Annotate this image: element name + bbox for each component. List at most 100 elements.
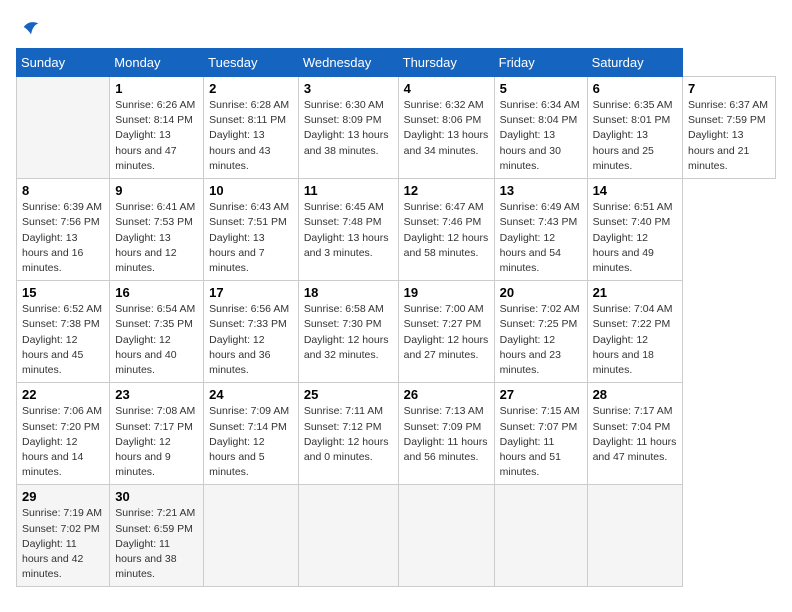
- calendar-cell: 20 Sunrise: 7:02 AM Sunset: 7:25 PM Dayl…: [494, 281, 587, 383]
- calendar-cell: 1 Sunrise: 6:26 AM Sunset: 8:14 PM Dayli…: [110, 77, 204, 179]
- day-info: Sunrise: 7:02 AM Sunset: 7:25 PM Dayligh…: [500, 302, 582, 378]
- day-number: 25: [304, 387, 393, 402]
- week-row-5: 29 Sunrise: 7:19 AM Sunset: 7:02 PM Dayl…: [17, 485, 776, 587]
- day-number: 27: [500, 387, 582, 402]
- calendar-cell: 14 Sunrise: 6:51 AM Sunset: 7:40 PM Dayl…: [587, 179, 682, 281]
- day-number: 23: [115, 387, 198, 402]
- day-info: Sunrise: 7:08 AM Sunset: 7:17 PM Dayligh…: [115, 404, 198, 480]
- calendar-cell: 22 Sunrise: 7:06 AM Sunset: 7:20 PM Dayl…: [17, 383, 110, 485]
- day-info: Sunrise: 7:17 AM Sunset: 7:04 PM Dayligh…: [593, 404, 677, 465]
- calendar-cell: 10 Sunrise: 6:43 AM Sunset: 7:51 PM Dayl…: [204, 179, 299, 281]
- logo: [16, 16, 42, 38]
- calendar-cell: 26 Sunrise: 7:13 AM Sunset: 7:09 PM Dayl…: [398, 383, 494, 485]
- day-info: Sunrise: 6:47 AM Sunset: 7:46 PM Dayligh…: [404, 200, 489, 261]
- day-number: 26: [404, 387, 489, 402]
- calendar-cell: 16 Sunrise: 6:54 AM Sunset: 7:35 PM Dayl…: [110, 281, 204, 383]
- col-header-thursday: Thursday: [398, 49, 494, 77]
- day-number: 19: [404, 285, 489, 300]
- day-info: Sunrise: 6:51 AM Sunset: 7:40 PM Dayligh…: [593, 200, 677, 276]
- day-number: 20: [500, 285, 582, 300]
- week-row-1: 1 Sunrise: 6:26 AM Sunset: 8:14 PM Dayli…: [17, 77, 776, 179]
- day-number: 28: [593, 387, 677, 402]
- week-row-3: 15 Sunrise: 6:52 AM Sunset: 7:38 PM Dayl…: [17, 281, 776, 383]
- calendar-cell: 12 Sunrise: 6:47 AM Sunset: 7:46 PM Dayl…: [398, 179, 494, 281]
- day-info: Sunrise: 7:15 AM Sunset: 7:07 PM Dayligh…: [500, 404, 582, 480]
- calendar-cell: 15 Sunrise: 6:52 AM Sunset: 7:38 PM Dayl…: [17, 281, 110, 383]
- week-row-4: 22 Sunrise: 7:06 AM Sunset: 7:20 PM Dayl…: [17, 383, 776, 485]
- header: [16, 16, 776, 38]
- calendar-cell: 11 Sunrise: 6:45 AM Sunset: 7:48 PM Dayl…: [298, 179, 398, 281]
- calendar-cell: 29 Sunrise: 7:19 AM Sunset: 7:02 PM Dayl…: [17, 485, 110, 587]
- day-number: 9: [115, 183, 198, 198]
- calendar-cell: 7 Sunrise: 6:37 AM Sunset: 7:59 PM Dayli…: [682, 77, 775, 179]
- day-info: Sunrise: 6:49 AM Sunset: 7:43 PM Dayligh…: [500, 200, 582, 276]
- calendar-cell: 6 Sunrise: 6:35 AM Sunset: 8:01 PM Dayli…: [587, 77, 682, 179]
- calendar-cell: 25 Sunrise: 7:11 AM Sunset: 7:12 PM Dayl…: [298, 383, 398, 485]
- calendar-cell: 13 Sunrise: 6:49 AM Sunset: 7:43 PM Dayl…: [494, 179, 587, 281]
- calendar-cell: 9 Sunrise: 6:41 AM Sunset: 7:53 PM Dayli…: [110, 179, 204, 281]
- calendar-cell: 19 Sunrise: 7:00 AM Sunset: 7:27 PM Dayl…: [398, 281, 494, 383]
- day-number: 3: [304, 81, 393, 96]
- day-info: Sunrise: 6:28 AM Sunset: 8:11 PM Dayligh…: [209, 98, 293, 174]
- day-number: 5: [500, 81, 582, 96]
- calendar-cell: 4 Sunrise: 6:32 AM Sunset: 8:06 PM Dayli…: [398, 77, 494, 179]
- day-number: 29: [22, 489, 104, 504]
- calendar-cell: [204, 485, 299, 587]
- day-info: Sunrise: 6:35 AM Sunset: 8:01 PM Dayligh…: [593, 98, 677, 174]
- day-info: Sunrise: 7:19 AM Sunset: 7:02 PM Dayligh…: [22, 506, 104, 582]
- day-info: Sunrise: 6:37 AM Sunset: 7:59 PM Dayligh…: [688, 98, 770, 174]
- day-number: 8: [22, 183, 104, 198]
- day-info: Sunrise: 6:52 AM Sunset: 7:38 PM Dayligh…: [22, 302, 104, 378]
- day-number: 24: [209, 387, 293, 402]
- day-info: Sunrise: 6:43 AM Sunset: 7:51 PM Dayligh…: [209, 200, 293, 276]
- calendar-cell: [587, 485, 682, 587]
- calendar-cell: 27 Sunrise: 7:15 AM Sunset: 7:07 PM Dayl…: [494, 383, 587, 485]
- col-header-saturday: Saturday: [587, 49, 682, 77]
- calendar-cell: 18 Sunrise: 6:58 AM Sunset: 7:30 PM Dayl…: [298, 281, 398, 383]
- week-row-2: 8 Sunrise: 6:39 AM Sunset: 7:56 PM Dayli…: [17, 179, 776, 281]
- day-number: 7: [688, 81, 770, 96]
- logo-icon: [20, 16, 42, 38]
- day-info: Sunrise: 6:34 AM Sunset: 8:04 PM Dayligh…: [500, 98, 582, 174]
- calendar-cell: 8 Sunrise: 6:39 AM Sunset: 7:56 PM Dayli…: [17, 179, 110, 281]
- day-number: 10: [209, 183, 293, 198]
- calendar-cell: [398, 485, 494, 587]
- day-number: 17: [209, 285, 293, 300]
- day-number: 18: [304, 285, 393, 300]
- day-info: Sunrise: 6:45 AM Sunset: 7:48 PM Dayligh…: [304, 200, 393, 261]
- calendar-table: SundayMondayTuesdayWednesdayThursdayFrid…: [16, 48, 776, 587]
- calendar-cell: 2 Sunrise: 6:28 AM Sunset: 8:11 PM Dayli…: [204, 77, 299, 179]
- day-number: 1: [115, 81, 198, 96]
- col-header-wednesday: Wednesday: [298, 49, 398, 77]
- day-info: Sunrise: 7:11 AM Sunset: 7:12 PM Dayligh…: [304, 404, 393, 465]
- calendar-cell: 30 Sunrise: 7:21 AM Sunset: 6:59 PM Dayl…: [110, 485, 204, 587]
- day-info: Sunrise: 6:30 AM Sunset: 8:09 PM Dayligh…: [304, 98, 393, 159]
- calendar-cell: 24 Sunrise: 7:09 AM Sunset: 7:14 PM Dayl…: [204, 383, 299, 485]
- col-header-monday: Monday: [110, 49, 204, 77]
- calendar-cell: 21 Sunrise: 7:04 AM Sunset: 7:22 PM Dayl…: [587, 281, 682, 383]
- col-header-friday: Friday: [494, 49, 587, 77]
- day-info: Sunrise: 6:26 AM Sunset: 8:14 PM Dayligh…: [115, 98, 198, 174]
- day-number: 14: [593, 183, 677, 198]
- day-info: Sunrise: 6:56 AM Sunset: 7:33 PM Dayligh…: [209, 302, 293, 378]
- day-number: 6: [593, 81, 677, 96]
- day-number: 30: [115, 489, 198, 504]
- day-number: 11: [304, 183, 393, 198]
- day-info: Sunrise: 7:21 AM Sunset: 6:59 PM Dayligh…: [115, 506, 198, 582]
- col-header-sunday: Sunday: [17, 49, 110, 77]
- day-info: Sunrise: 7:06 AM Sunset: 7:20 PM Dayligh…: [22, 404, 104, 480]
- calendar-cell: 5 Sunrise: 6:34 AM Sunset: 8:04 PM Dayli…: [494, 77, 587, 179]
- calendar-cell: 28 Sunrise: 7:17 AM Sunset: 7:04 PM Dayl…: [587, 383, 682, 485]
- day-number: 4: [404, 81, 489, 96]
- day-info: Sunrise: 7:04 AM Sunset: 7:22 PM Dayligh…: [593, 302, 677, 378]
- day-number: 21: [593, 285, 677, 300]
- calendar-cell: 3 Sunrise: 6:30 AM Sunset: 8:09 PM Dayli…: [298, 77, 398, 179]
- day-info: Sunrise: 6:58 AM Sunset: 7:30 PM Dayligh…: [304, 302, 393, 363]
- day-number: 22: [22, 387, 104, 402]
- day-info: Sunrise: 6:54 AM Sunset: 7:35 PM Dayligh…: [115, 302, 198, 378]
- calendar-cell: 17 Sunrise: 6:56 AM Sunset: 7:33 PM Dayl…: [204, 281, 299, 383]
- calendar-cell: [494, 485, 587, 587]
- day-info: Sunrise: 6:32 AM Sunset: 8:06 PM Dayligh…: [404, 98, 489, 159]
- day-number: 16: [115, 285, 198, 300]
- calendar-cell: [17, 77, 110, 179]
